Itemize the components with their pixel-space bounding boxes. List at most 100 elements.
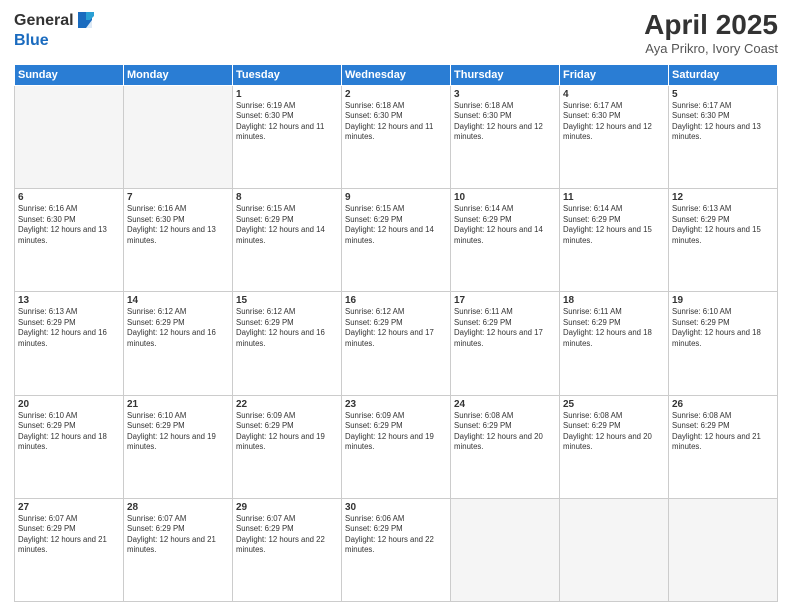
day-number: 8	[236, 192, 338, 203]
calendar-week-row: 27Sunrise: 6:07 AMSunset: 6:29 PMDayligh…	[15, 498, 778, 601]
logo-icon	[76, 10, 94, 32]
day-number: 27	[18, 502, 120, 513]
col-monday: Monday	[124, 64, 233, 85]
table-row: 13Sunrise: 6:13 AMSunset: 6:29 PMDayligh…	[15, 292, 124, 395]
table-row: 6Sunrise: 6:16 AMSunset: 6:30 PMDaylight…	[15, 189, 124, 292]
table-row: 30Sunrise: 6:06 AMSunset: 6:29 PMDayligh…	[342, 498, 451, 601]
day-info: Sunrise: 6:18 AMSunset: 6:30 PMDaylight:…	[454, 101, 556, 143]
day-number: 20	[18, 399, 120, 410]
day-info: Sunrise: 6:17 AMSunset: 6:30 PMDaylight:…	[672, 101, 774, 143]
table-row: 20Sunrise: 6:10 AMSunset: 6:29 PMDayligh…	[15, 395, 124, 498]
table-row: 29Sunrise: 6:07 AMSunset: 6:29 PMDayligh…	[233, 498, 342, 601]
day-number: 16	[345, 295, 447, 306]
day-info: Sunrise: 6:12 AMSunset: 6:29 PMDaylight:…	[127, 307, 229, 349]
table-row	[560, 498, 669, 601]
logo-general: General	[14, 12, 74, 30]
day-info: Sunrise: 6:06 AMSunset: 6:29 PMDaylight:…	[345, 514, 447, 556]
day-number: 9	[345, 192, 447, 203]
day-number: 5	[672, 89, 774, 100]
table-row: 7Sunrise: 6:16 AMSunset: 6:30 PMDaylight…	[124, 189, 233, 292]
calendar-header-row: Sunday Monday Tuesday Wednesday Thursday…	[15, 64, 778, 85]
logo: General Blue	[14, 10, 94, 50]
col-sunday: Sunday	[15, 64, 124, 85]
day-number: 4	[563, 89, 665, 100]
day-number: 29	[236, 502, 338, 513]
day-number: 7	[127, 192, 229, 203]
table-row: 23Sunrise: 6:09 AMSunset: 6:29 PMDayligh…	[342, 395, 451, 498]
table-row: 11Sunrise: 6:14 AMSunset: 6:29 PMDayligh…	[560, 189, 669, 292]
calendar-body: 1Sunrise: 6:19 AMSunset: 6:30 PMDaylight…	[15, 85, 778, 601]
day-number: 2	[345, 89, 447, 100]
table-row: 15Sunrise: 6:12 AMSunset: 6:29 PMDayligh…	[233, 292, 342, 395]
col-tuesday: Tuesday	[233, 64, 342, 85]
table-row: 17Sunrise: 6:11 AMSunset: 6:29 PMDayligh…	[451, 292, 560, 395]
day-info: Sunrise: 6:09 AMSunset: 6:29 PMDaylight:…	[236, 411, 338, 453]
table-row	[669, 498, 778, 601]
table-row: 2Sunrise: 6:18 AMSunset: 6:30 PMDaylight…	[342, 85, 451, 188]
day-info: Sunrise: 6:18 AMSunset: 6:30 PMDaylight:…	[345, 101, 447, 143]
day-number: 14	[127, 295, 229, 306]
table-row: 28Sunrise: 6:07 AMSunset: 6:29 PMDayligh…	[124, 498, 233, 601]
table-row: 5Sunrise: 6:17 AMSunset: 6:30 PMDaylight…	[669, 85, 778, 188]
col-wednesday: Wednesday	[342, 64, 451, 85]
day-info: Sunrise: 6:07 AMSunset: 6:29 PMDaylight:…	[127, 514, 229, 556]
day-number: 30	[345, 502, 447, 513]
day-number: 13	[18, 295, 120, 306]
day-info: Sunrise: 6:13 AMSunset: 6:29 PMDaylight:…	[672, 204, 774, 246]
day-info: Sunrise: 6:11 AMSunset: 6:29 PMDaylight:…	[454, 307, 556, 349]
calendar-table: Sunday Monday Tuesday Wednesday Thursday…	[14, 64, 778, 602]
calendar-week-row: 20 Sunrise: 6:10 AMSunset: 6:29 PMDayligh…	[15, 395, 778, 498]
day-number: 18	[563, 295, 665, 306]
day-info: Sunrise: 6:19 AMSunset: 6:30 PMDaylight:…	[236, 101, 338, 143]
table-row: 4Sunrise: 6:17 AMSunset: 6:30 PMDaylight…	[560, 85, 669, 188]
table-row: 24Sunrise: 6:08 AMSunset: 6:29 PMDayligh…	[451, 395, 560, 498]
table-row: 8Sunrise: 6:15 AMSunset: 6:29 PMDaylight…	[233, 189, 342, 292]
col-friday: Friday	[560, 64, 669, 85]
day-number: 21	[127, 399, 229, 410]
calendar-week-row: 13Sunrise: 6:13 AMSunset: 6:29 PMDayligh…	[15, 292, 778, 395]
day-info: Sunrise: 6:10 AMSunset: 6:29 PMDaylight:…	[127, 411, 229, 453]
day-info: Sunrise: 6:11 AMSunset: 6:29 PMDaylight:…	[563, 307, 665, 349]
day-info: Sunrise: 6:08 AMSunset: 6:29 PMDaylight:…	[672, 411, 774, 453]
day-number: 23	[345, 399, 447, 410]
calendar-week-row: 1Sunrise: 6:19 AMSunset: 6:30 PMDaylight…	[15, 85, 778, 188]
table-row: 14Sunrise: 6:12 AMSunset: 6:29 PMDayligh…	[124, 292, 233, 395]
table-row: 19Sunrise: 6:10 AMSunset: 6:29 PMDayligh…	[669, 292, 778, 395]
table-row: 22Sunrise: 6:09 AMSunset: 6:29 PMDayligh…	[233, 395, 342, 498]
header: General Blue April 2025 Aya Prikro, Ivor…	[14, 10, 778, 56]
day-info: Sunrise: 6:14 AMSunset: 6:29 PMDaylight:…	[454, 204, 556, 246]
day-number: 26	[672, 399, 774, 410]
day-number: 11	[563, 192, 665, 203]
table-row: 3Sunrise: 6:18 AMSunset: 6:30 PMDaylight…	[451, 85, 560, 188]
table-row	[451, 498, 560, 601]
day-info: Sunrise: 6:12 AMSunset: 6:29 PMDaylight:…	[345, 307, 447, 349]
table-row: 18Sunrise: 6:11 AMSunset: 6:29 PMDayligh…	[560, 292, 669, 395]
day-number: 28	[127, 502, 229, 513]
table-row: 9Sunrise: 6:15 AMSunset: 6:29 PMDaylight…	[342, 189, 451, 292]
col-thursday: Thursday	[451, 64, 560, 85]
table-row: 27Sunrise: 6:07 AMSunset: 6:29 PMDayligh…	[15, 498, 124, 601]
day-number: 25	[563, 399, 665, 410]
day-number: 10	[454, 192, 556, 203]
day-info: Sunrise: 6:15 AMSunset: 6:29 PMDaylight:…	[236, 204, 338, 246]
day-info: Sunrise: 6:16 AMSunset: 6:30 PMDaylight:…	[18, 204, 120, 246]
table-row: 21Sunrise: 6:10 AMSunset: 6:29 PMDayligh…	[124, 395, 233, 498]
table-row: 12Sunrise: 6:13 AMSunset: 6:29 PMDayligh…	[669, 189, 778, 292]
day-number: 1	[236, 89, 338, 100]
day-info: Sunrise: 6:09 AMSunset: 6:29 PMDaylight:…	[345, 411, 447, 453]
day-info: Sunrise: 6:10 AMSunset: 6:29 PMDaylight:…	[672, 307, 774, 349]
day-number: 3	[454, 89, 556, 100]
day-info: Sunrise: 6:15 AMSunset: 6:29 PMDaylight:…	[345, 204, 447, 246]
table-row: 16Sunrise: 6:12 AMSunset: 6:29 PMDayligh…	[342, 292, 451, 395]
day-number: 24	[454, 399, 556, 410]
day-info: Sunrise: 6:16 AMSunset: 6:30 PMDaylight:…	[127, 204, 229, 246]
day-info: Sunrise: 6:12 AMSunset: 6:29 PMDaylight:…	[236, 307, 338, 349]
logo-blue: Blue	[14, 32, 49, 49]
day-info: Sunrise: 6:08 AMSunset: 6:29 PMDaylight:…	[454, 411, 556, 453]
day-number: 12	[672, 192, 774, 203]
col-saturday: Saturday	[669, 64, 778, 85]
calendar-subtitle: Aya Prikro, Ivory Coast	[644, 41, 778, 56]
day-info: Sunrise: 6:14 AMSunset: 6:29 PMDaylight:…	[563, 204, 665, 246]
day-info: Sunrise: 6:17 AMSunset: 6:30 PMDaylight:…	[563, 101, 665, 143]
day-info: Sunrise: 6:07 AMSunset: 6:29 PMDaylight:…	[18, 514, 120, 556]
